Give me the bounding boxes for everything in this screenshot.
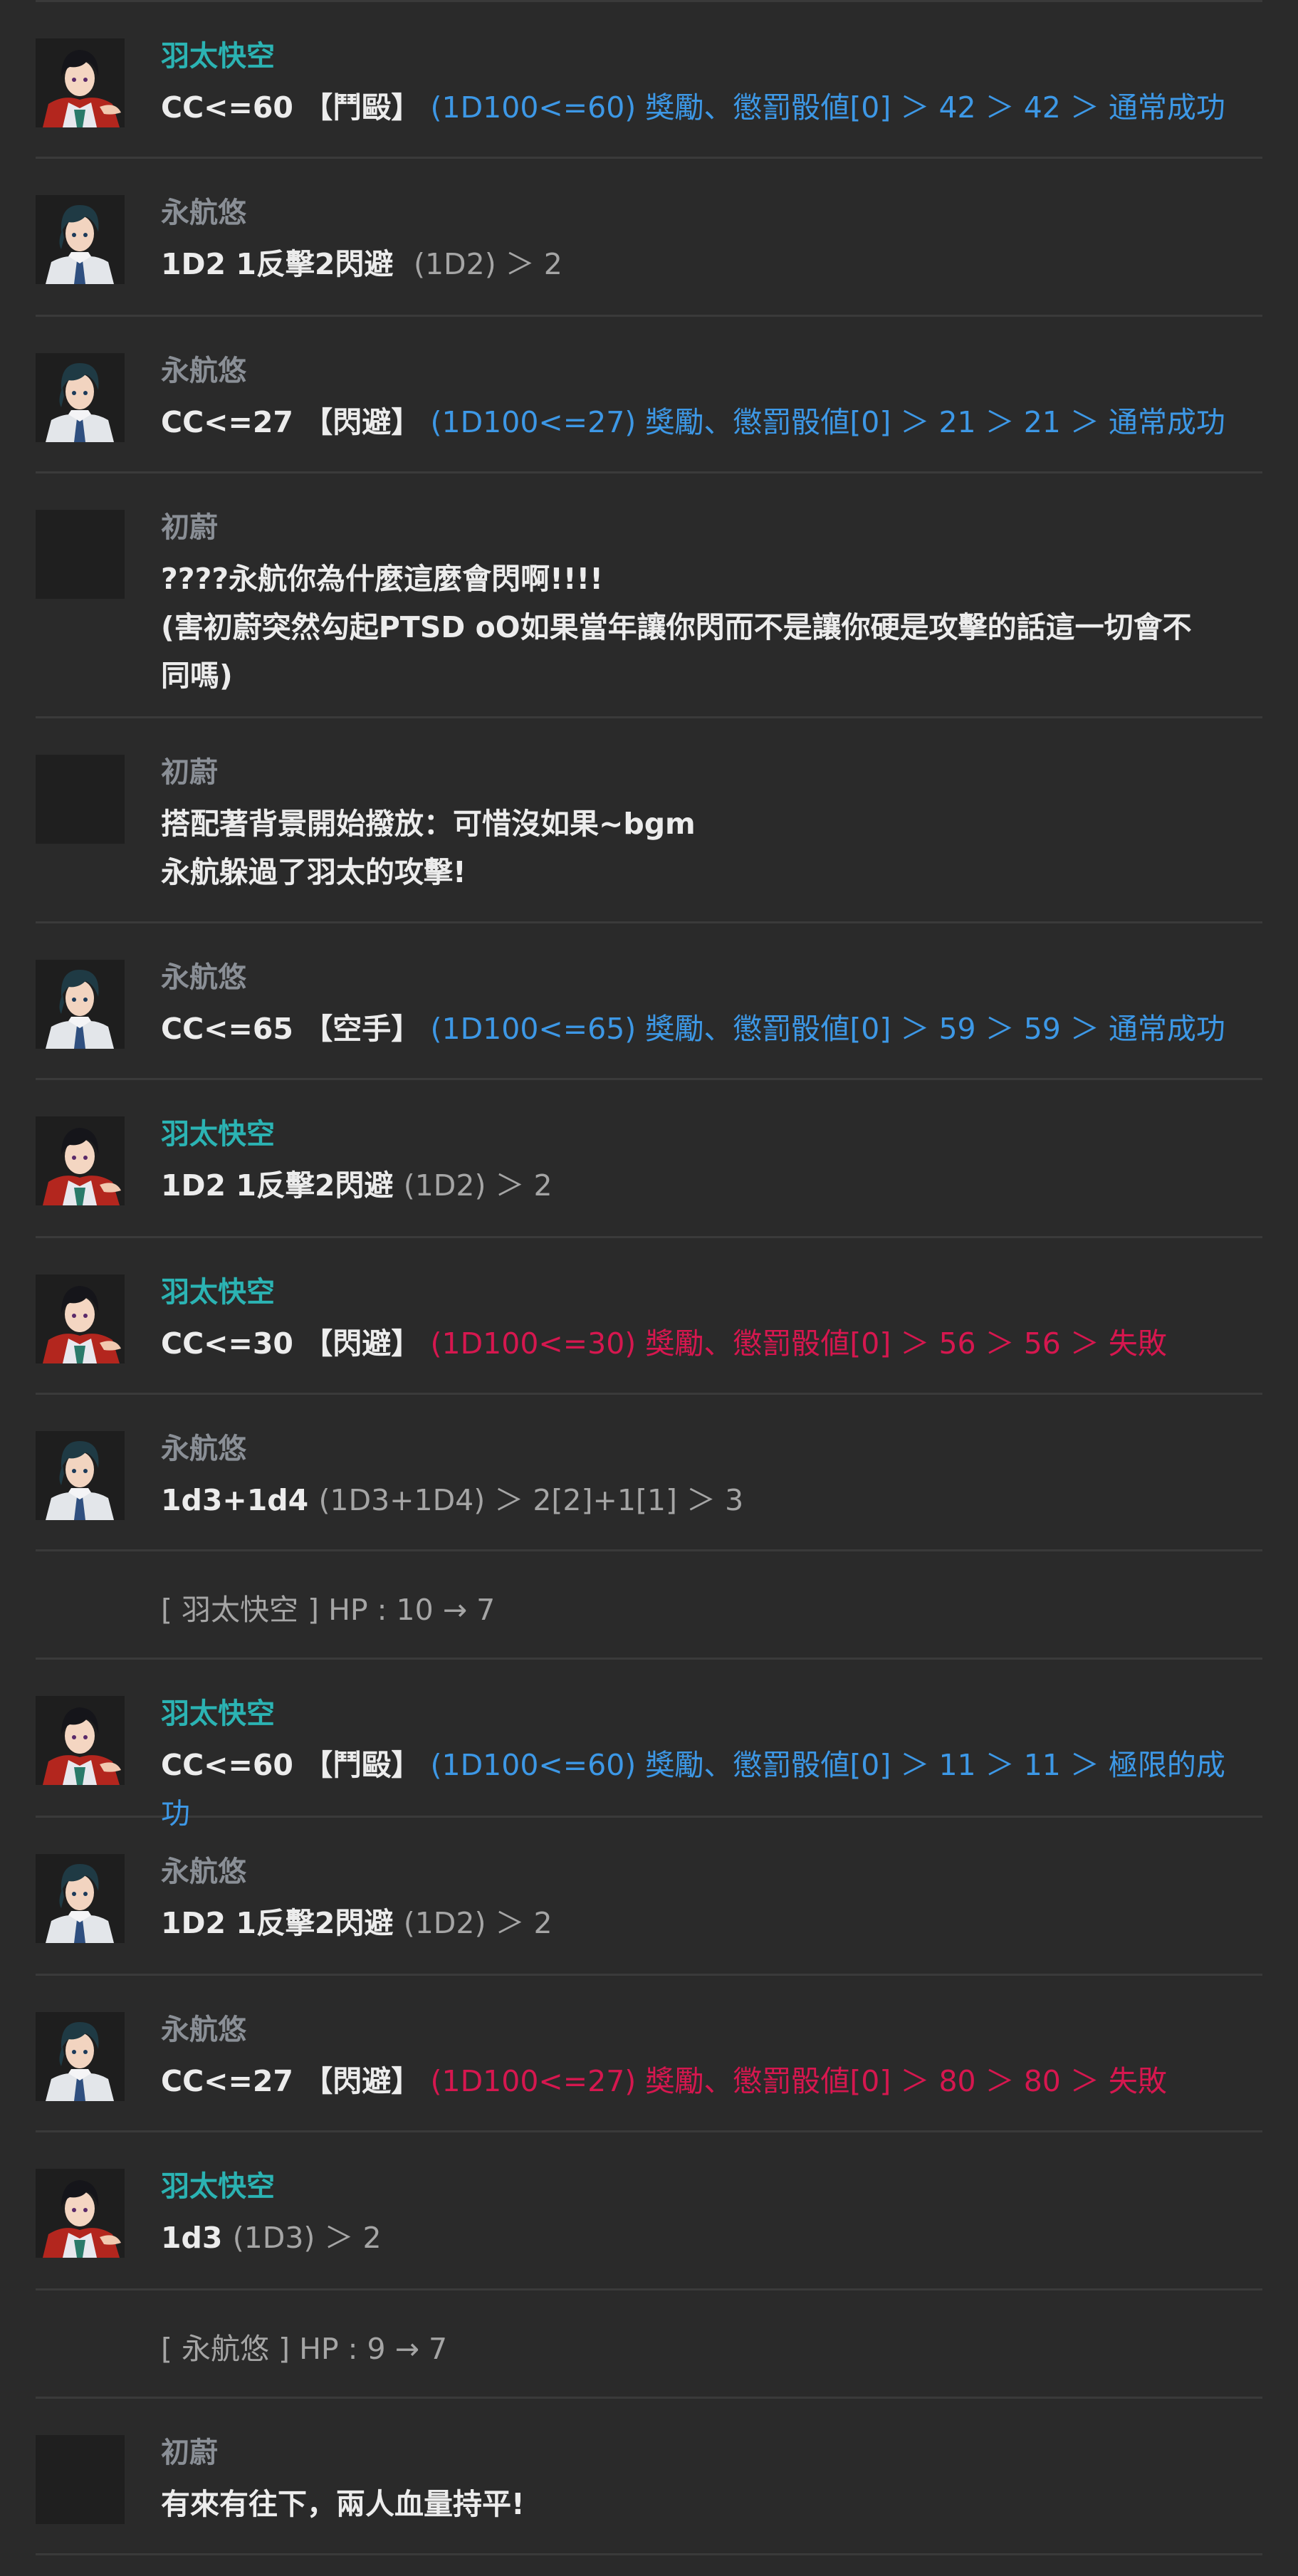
speaker-name: 羽太快空 — [161, 2170, 275, 2203]
speaker-name: 初蔚 — [161, 756, 218, 789]
hata-avatar[interactable] — [36, 1274, 125, 1363]
dice-command: 1D2 1反擊2閃避 — [161, 1168, 404, 1203]
chat-message: 羽太快空 1d3 (1D3) ＞ 2 — [36, 2132, 1262, 2290]
chat-message: 羽太快空 CC<=60 【鬥毆】 (1D100<=60) 獎勵、懲罰骰値[0] ＞… — [36, 1660, 1262, 1831]
blank-avatar[interactable] — [36, 755, 125, 844]
message-body: 羽太快空 1d3 (1D3) ＞ 2 — [161, 2132, 1262, 2298]
hata-avatar[interactable] — [36, 1696, 125, 1785]
yuu-avatar[interactable] — [36, 1854, 125, 1943]
dice-result: (1D2) ＞ 2 — [413, 247, 562, 281]
system-hp-change: [ 永航悠 ] HP : 9 → 7 — [161, 2332, 448, 2366]
chat-message: 永航悠 CC<=65 【空手】 (1D100<=65) 獎勵、懲罰骰値[0] ＞ … — [36, 923, 1262, 1080]
chat-message: 羽太快空 CC<=30 【閃避】 (1D100<=30) 獎勵、懲罰骰値[0] ＞… — [36, 1238, 1262, 1395]
message-body: 永航悠 CC<=65 【空手】 (1D100<=65) 獎勵、懲罰骰値[0] ＞ … — [161, 923, 1262, 1089]
dice-roll-line: 1d3 (1D3) ＞ 2 — [161, 2214, 1248, 2262]
speaker-name: 永航悠 — [161, 1855, 246, 1888]
chat-message: 永航悠 1D2 1反擊2閃避 (1D2) ＞ 2 — [36, 159, 1262, 317]
dice-command: CC<=60 【鬥毆】 — [161, 90, 431, 125]
hata-avatar[interactable] — [36, 38, 125, 127]
system-message: [ 永航悠 ] HP : 9 → 7 — [36, 2290, 1262, 2399]
system-hp-change: [ 羽太快空 ] HP : 10 → 7 — [161, 1593, 496, 1627]
chat-message: 羽太快空 CC<=60 【鬥毆】 (1D100<=60) 獎勵、懲罰骰値[0] ＞… — [36, 2, 1262, 159]
dice-result: (1D2) ＞ 2 — [403, 1168, 553, 1203]
hata-avatar[interactable] — [36, 2169, 125, 2258]
message-body: 羽太快空 CC<=60 【鬥毆】 (1D100<=60) 獎勵、懲罰骰値[0] ＞… — [161, 2, 1262, 167]
speaker-name: 永航悠 — [161, 2014, 246, 2046]
speaker-name: 永航悠 — [161, 1433, 246, 1465]
speaker-name: 永航悠 — [161, 197, 246, 229]
speaker-name: 初蔚 — [161, 511, 218, 544]
message-text: 有來有往下，兩人血量持平! — [161, 2487, 525, 2521]
blank-avatar[interactable] — [36, 2435, 125, 2524]
speaker-name: 羽太快空 — [161, 1697, 275, 1730]
message-body: [ 羽太快空 ] HP : 10 → 7 — [161, 1551, 1262, 1664]
dice-result: (1D100<=27) 獎勵、懲罰骰値[0] ＞ 21 ＞ 21 ＞ 通常成功 — [430, 405, 1225, 439]
yuu-avatar[interactable] — [36, 1431, 125, 1520]
message-text: (害初蔚突然勾起PTSD oO如果當年讓你閃而不是讓你硬是攻擊的話這一切會不 — [161, 610, 1192, 644]
dice-roll-line: 1D2 1反擊2閃避 (1D2) ＞ 2 — [161, 1161, 1248, 1210]
hata-avatar[interactable] — [36, 1116, 125, 1205]
dice-roll-line: CC<=60 【鬥毆】 (1D100<=60) 獎勵、懲罰骰値[0] ＞ 42 … — [161, 83, 1248, 132]
dice-result: (1D3) ＞ 2 — [232, 2221, 382, 2255]
speaker-name: 初蔚 — [161, 2436, 218, 2469]
system-message: [ 羽太快空 ] HP : 10 → 7 — [36, 1551, 1262, 1660]
dice-roll-line: CC<=27 【閃避】 (1D100<=27) 獎勵、懲罰骰値[0] ＞ 21 … — [161, 398, 1248, 446]
dice-command: 1D2 1反擊2閃避 — [161, 1906, 404, 1940]
speaker-name: 永航悠 — [161, 355, 246, 387]
message-body: 羽太快空 1D2 1反擊2閃避 (1D2) ＞ 2 — [161, 1080, 1262, 1245]
chat-message: 永航悠 CC<=27 【閃避】 (1D100<=27) 獎勵、懲罰骰値[0] ＞ … — [36, 1976, 1262, 2132]
dice-result: (1D100<=60) 獎勵、懲罰骰値[0] ＞ 42 ＞ 42 ＞ 通常成功 — [430, 90, 1225, 125]
chat-message: 初蔚搭配著背景開始撥放：可惜沒如果~bgm 永航躲過了羽太的攻擊! — [36, 718, 1262, 923]
message-body: 初蔚搭配著背景開始撥放：可惜沒如果~bgm 永航躲過了羽太的攻擊! — [161, 718, 1262, 932]
blank-avatar[interactable] — [36, 510, 125, 599]
message-text: ????永航你為什麼這麼會閃啊!!!! — [161, 562, 603, 596]
dice-command: CC<=30 【閃避】 — [161, 1326, 431, 1361]
yuu-avatar[interactable] — [36, 195, 125, 284]
message-text: 搭配著背景開始撥放：可惜沒如果~bgm — [161, 807, 696, 841]
dice-roll-line: 1D2 1反擊2閃避 (1D2) ＞ 2 — [161, 1899, 1248, 1947]
dice-roll-line: CC<=30 【閃避】 (1D100<=30) 獎勵、懲罰骰値[0] ＞ 56 … — [161, 1319, 1248, 1368]
dice-result: (1D2) ＞ 2 — [403, 1906, 553, 1940]
chat-message: 初蔚有來有往下，兩人血量持平! — [36, 2399, 1262, 2555]
dice-command: 1d3+1d4 — [161, 1483, 319, 1517]
speaker-name: 羽太快空 — [161, 40, 275, 73]
yuu-avatar[interactable] — [36, 960, 125, 1049]
dice-result: (1D100<=27) 獎勵、懲罰骰値[0] ＞ 80 ＞ 80 ＞ 失敗 — [430, 2064, 1167, 2098]
message-body: 永航悠 CC<=27 【閃避】 (1D100<=27) 獎勵、懲罰骰値[0] ＞ … — [161, 317, 1262, 482]
dice-roll-line: 1d3+1d4 (1D3+1D4) ＞ 2[2]+1[1] ＞ 3 — [161, 1476, 1248, 1524]
message-body: [ 永航悠 ] HP : 9 → 7 — [161, 2290, 1262, 2403]
dice-command: CC<=27 【閃避】 — [161, 2064, 431, 2098]
message-body: 永航悠 1D2 1反擊2閃避 (1D2) ＞ 2 — [161, 159, 1262, 324]
yuu-avatar[interactable] — [36, 353, 125, 442]
message-body: 初蔚有來有往下，兩人血量持平! — [161, 2399, 1262, 2564]
dice-roll-line: CC<=27 【閃避】 (1D100<=27) 獎勵、懲罰骰値[0] ＞ 80 … — [161, 2057, 1248, 2105]
dice-command: 1d3 — [161, 2221, 233, 2255]
dice-result: (1D3+1D4) ＞ 2[2]+1[1] ＞ 3 — [318, 1483, 744, 1517]
chat-message: 初蔚 ????永航你為什麼這麼會閃啊!!!! (害初蔚突然勾起PTSD oO如果當年… — [36, 473, 1262, 718]
message-body: 永航悠 1d3+1d4 (1D3+1D4) ＞ 2[2]+1[1] ＞ 3 — [161, 1395, 1262, 1560]
dice-command: 1D2 1反擊2閃避 — [161, 247, 414, 281]
dice-roll-line: 1D2 1反擊2閃避 (1D2) ＞ 2 — [161, 240, 1248, 288]
chat-message: 永航悠 CC<=27 【閃避】 (1D100<=27) 獎勵、懲罰骰値[0] ＞ … — [36, 317, 1262, 473]
message-body: 羽太快空 CC<=30 【閃避】 (1D100<=30) 獎勵、懲罰骰値[0] ＞… — [161, 1238, 1262, 1403]
message-body: 永航悠 1D2 1反擊2閃避 (1D2) ＞ 2 — [161, 1818, 1262, 1983]
dice-command: CC<=60 【鬥毆】 — [161, 1748, 431, 1782]
yuu-avatar[interactable] — [36, 2012, 125, 2101]
dice-roll-line: CC<=65 【空手】 (1D100<=65) 獎勵、懲罰骰値[0] ＞ 59 … — [161, 1005, 1248, 1053]
dice-command: CC<=27 【閃避】 — [161, 405, 431, 439]
message-body: 永航悠 CC<=27 【閃避】 (1D100<=27) 獎勵、懲罰骰値[0] ＞ … — [161, 1976, 1262, 2141]
message-text: 同嗎) — [161, 659, 233, 693]
chat-message: 羽太快空 1D2 1反擊2閃避 (1D2) ＞ 2 — [36, 1080, 1262, 1238]
chat-message: 永航悠 1D2 1反擊2閃避 (1D2) ＞ 2 — [36, 1818, 1262, 1976]
chat-log: 羽太快空 CC<=60 【鬥毆】 (1D100<=60) 獎勵、懲罰骰値[0] ＞… — [36, 0, 1262, 2555]
chat-message: 永航悠 1d3+1d4 (1D3+1D4) ＞ 2[2]+1[1] ＞ 3 — [36, 1395, 1262, 1551]
speaker-name: 羽太快空 — [161, 1118, 275, 1151]
message-text: 永航躲過了羽太的攻擊! — [161, 855, 466, 889]
dice-command: CC<=65 【空手】 — [161, 1012, 431, 1046]
speaker-name: 羽太快空 — [161, 1276, 275, 1309]
message-body: 初蔚 ????永航你為什麼這麼會閃啊!!!! (害初蔚突然勾起PTSD oO如果當年… — [161, 473, 1262, 735]
dice-result: (1D100<=30) 獎勵、懲罰骰値[0] ＞ 56 ＞ 56 ＞ 失敗 — [430, 1326, 1167, 1361]
dice-result: (1D100<=65) 獎勵、懲罰骰値[0] ＞ 59 ＞ 59 ＞ 通常成功 — [430, 1012, 1225, 1046]
speaker-name: 永航悠 — [161, 961, 246, 994]
